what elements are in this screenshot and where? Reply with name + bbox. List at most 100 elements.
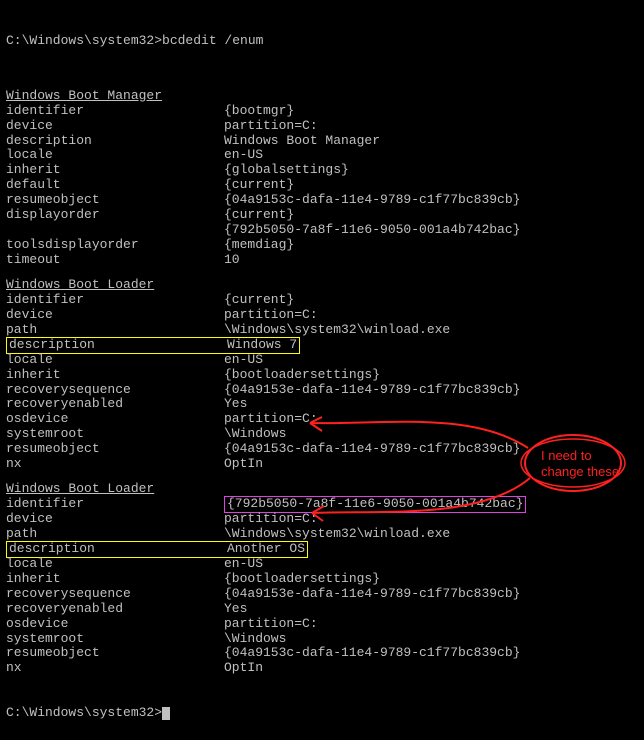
output-row: displayorder{current} <box>6 208 638 223</box>
output-row: inherit{globalsettings} <box>6 163 638 178</box>
output-row: osdevicepartition=C: <box>6 617 638 632</box>
output-row: resumeobject{04a9153c-dafa-11e4-9789-c1f… <box>6 193 638 208</box>
row-value: {current} <box>224 208 294 223</box>
output-row: timeout10 <box>6 253 638 268</box>
cursor <box>162 707 170 720</box>
output-row: inherit{bootloadersettings} <box>6 572 638 587</box>
row-value: Another OS <box>227 542 305 557</box>
row-key: identifier <box>6 104 224 119</box>
row-value: {memdiag} <box>224 238 294 253</box>
output-row: devicepartition=C: <box>6 308 638 323</box>
row-key: resumeobject <box>6 646 224 661</box>
row-value: \Windows\system32\winload.exe <box>224 323 450 338</box>
output-row: recoverysequence{04a9153e-dafa-11e4-9789… <box>6 383 638 398</box>
row-key: device <box>6 512 224 527</box>
row-key: resumeobject <box>6 193 224 208</box>
row-key: device <box>6 119 224 134</box>
output-row: resumeobject{04a9153c-dafa-11e4-9789-c1f… <box>6 646 638 661</box>
annotation-text: I need to change these <box>541 448 621 479</box>
row-value: \Windows\system32\winload.exe <box>224 527 450 542</box>
row-value: {current} <box>224 293 294 308</box>
row-value: partition=C: <box>224 617 318 632</box>
output-row: localeen-US <box>6 353 638 368</box>
row-key: description <box>9 338 227 353</box>
output-row: path\Windows\system32\winload.exe <box>6 527 638 542</box>
section-header: Windows Boot Manager <box>6 89 162 104</box>
row-value: 10 <box>224 253 240 268</box>
row-value: {04a9153e-dafa-11e4-9789-c1f77bc839cb} <box>224 383 520 398</box>
row-value: Windows 7 <box>227 338 297 353</box>
row-key: toolsdisplayorder <box>6 238 224 253</box>
row-value: {globalsettings} <box>224 163 349 178</box>
output-row: recoveryenabledYes <box>6 397 638 412</box>
section-header: Windows Boot Loader <box>6 278 154 293</box>
row-value: en-US <box>224 148 263 163</box>
row-value: {04a9153e-dafa-11e4-9789-c1f77bc839cb} <box>224 587 520 602</box>
row-key: recoverysequence <box>6 383 224 398</box>
row-key: description <box>9 542 227 557</box>
section-header: Windows Boot Loader <box>6 482 154 497</box>
row-value: {bootloadersettings} <box>224 368 380 383</box>
row-value: OptIn <box>224 661 263 676</box>
output-row: osdevicepartition=C: <box>6 412 638 427</box>
row-key: osdevice <box>6 412 224 427</box>
output-row: toolsdisplayorder{memdiag} <box>6 238 638 253</box>
row-key: osdevice <box>6 617 224 632</box>
output-row: devicepartition=C: <box>6 512 638 527</box>
output-row: {792b5050-7a8f-11e6-9050-001a4b742bac} <box>6 223 638 238</box>
row-key: systemroot <box>6 632 224 647</box>
output-row: recoveryenabledYes <box>6 602 638 617</box>
output-row: localeen-US <box>6 148 638 163</box>
row-value: partition=C: <box>224 412 318 427</box>
row-key: recoveryenabled <box>6 397 224 412</box>
output-row: localeen-US <box>6 557 638 572</box>
row-key: nx <box>6 661 224 676</box>
row-key: nx <box>6 457 224 472</box>
row-key: locale <box>6 148 224 163</box>
row-value: {04a9153c-dafa-11e4-9789-c1f77bc839cb} <box>224 442 520 457</box>
output-row: devicepartition=C: <box>6 119 638 134</box>
row-value: {bootloadersettings} <box>224 572 380 587</box>
row-value: partition=C: <box>224 308 318 323</box>
final-prompt: C:\Windows\system32> <box>6 705 162 720</box>
row-value: \Windows <box>224 427 286 442</box>
row-value: {bootmgr} <box>224 104 294 119</box>
row-key: identifier <box>6 293 224 308</box>
output-row: identifier{792b5050-7a8f-11e6-9050-001a4… <box>6 497 638 512</box>
row-key: resumeobject <box>6 442 224 457</box>
row-key: identifier <box>6 497 224 512</box>
row-key: device <box>6 308 224 323</box>
row-key: inherit <box>6 572 224 587</box>
output-row: nxOptIn <box>6 661 638 676</box>
row-value: {04a9153c-dafa-11e4-9789-c1f77bc839cb} <box>224 646 520 661</box>
output-row: inherit{bootloadersettings} <box>6 368 638 383</box>
row-key: systemroot <box>6 427 224 442</box>
row-key: displayorder <box>6 208 224 223</box>
output-row: systemroot\Windows <box>6 632 638 647</box>
command-line: C:\Windows\system32>bcdedit /enum <box>6 34 638 49</box>
row-value: Windows Boot Manager <box>224 134 380 149</box>
row-key: recoveryenabled <box>6 602 224 617</box>
row-key: recoverysequence <box>6 587 224 602</box>
row-key: locale <box>6 557 224 572</box>
row-value: {792b5050-7a8f-11e6-9050-001a4b742bac} <box>227 497 523 512</box>
row-value: OptIn <box>224 457 263 472</box>
row-key: inherit <box>6 163 224 178</box>
row-value: en-US <box>224 557 263 572</box>
output-row: systemroot\Windows <box>6 427 638 442</box>
row-key: locale <box>6 353 224 368</box>
row-value: {792b5050-7a8f-11e6-9050-001a4b742bac} <box>224 223 520 238</box>
row-key: default <box>6 178 224 193</box>
output-row: descriptionWindows 7 <box>6 338 638 353</box>
row-key: description <box>6 134 224 149</box>
row-key: inherit <box>6 368 224 383</box>
row-value: en-US <box>224 353 263 368</box>
terminal-output[interactable]: C:\Windows\system32>bcdedit /enum Window… <box>0 0 644 740</box>
row-key: path <box>6 527 224 542</box>
row-value: {04a9153c-dafa-11e4-9789-c1f77bc839cb} <box>224 193 520 208</box>
output-row: recoverysequence{04a9153e-dafa-11e4-9789… <box>6 587 638 602</box>
row-value: \Windows <box>224 632 286 647</box>
output-row: default{current} <box>6 178 638 193</box>
output-row: path\Windows\system32\winload.exe <box>6 323 638 338</box>
row-value: Yes <box>224 397 247 412</box>
